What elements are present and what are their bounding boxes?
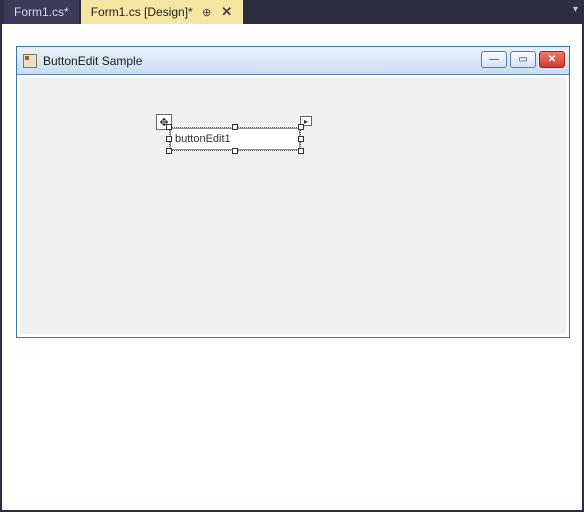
tab-overflow-icon[interactable]: ▾ (573, 4, 578, 15)
resize-handle-s[interactable] (232, 148, 238, 154)
resize-handle-nw[interactable] (166, 124, 172, 130)
selected-control[interactable]: ✥ ▸ buttonEdit1 (170, 128, 300, 150)
pin-icon[interactable]: ⊕ (201, 6, 213, 18)
tab-form1-code[interactable]: Form1.cs* (4, 0, 79, 24)
form-preview[interactable]: ButtonEdit Sample — ▭ ✕ ✥ ▸ buttonEdit1 (16, 46, 570, 338)
tab-close-icon[interactable]: ✕ (221, 6, 233, 18)
designer-surface[interactable]: ButtonEdit Sample — ▭ ✕ ✥ ▸ buttonEdit1 (2, 24, 582, 510)
resize-handle-n[interactable] (232, 124, 238, 130)
resize-handle-w[interactable] (166, 136, 172, 142)
form-titlebar: ButtonEdit Sample — ▭ ✕ (17, 47, 569, 75)
maximize-icon: ▭ (518, 54, 527, 65)
minimize-icon: — (489, 54, 499, 65)
form-icon (23, 54, 37, 68)
close-icon: ✕ (548, 54, 556, 65)
tab-label: Form1.cs* (14, 5, 69, 19)
tab-label: Form1.cs [Design]* (91, 5, 193, 19)
form-title: ButtonEdit Sample (43, 54, 142, 68)
document-tab-strip: Form1.cs* Form1.cs [Design]* ⊕ ✕ ▾ (0, 0, 584, 24)
tab-form1-design[interactable]: Form1.cs [Design]* ⊕ ✕ (81, 0, 243, 24)
maximize-button[interactable]: ▭ (510, 51, 536, 68)
resize-handle-se[interactable] (298, 148, 304, 154)
resize-handle-e[interactable] (298, 136, 304, 142)
buttonedit-control[interactable]: buttonEdit1 (170, 128, 300, 150)
resize-handle-sw[interactable] (166, 148, 172, 154)
form-client-area[interactable]: ✥ ▸ buttonEdit1 (20, 78, 566, 334)
control-text: buttonEdit1 (175, 133, 231, 145)
window-buttons: — ▭ ✕ (481, 51, 565, 68)
resize-handle-ne[interactable] (298, 124, 304, 130)
close-button[interactable]: ✕ (539, 51, 565, 68)
minimize-button[interactable]: — (481, 51, 507, 68)
